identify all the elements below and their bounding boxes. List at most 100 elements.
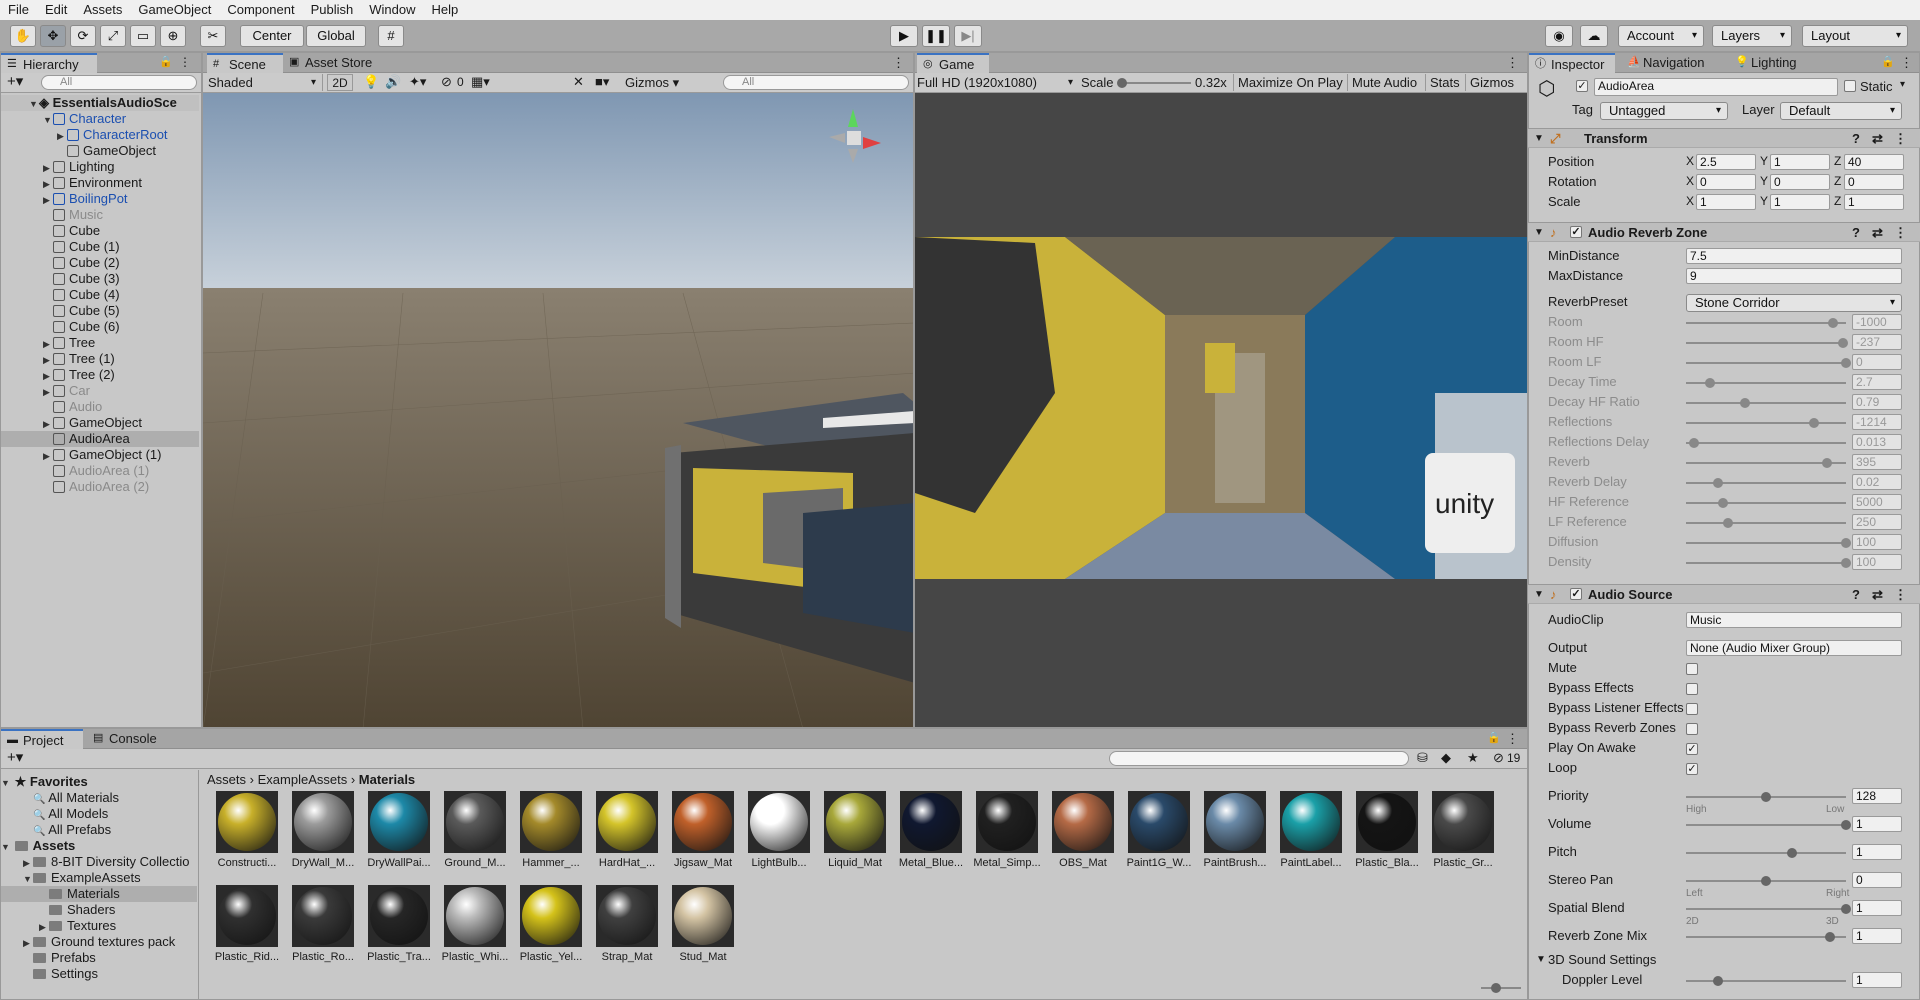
slider-knob[interactable] [1786,848,1797,858]
material-asset[interactable]: Hammer_... [513,791,589,869]
expand-arrow-icon[interactable]: ▼ [1,775,11,791]
value-field[interactable]: 1 [1696,194,1756,210]
slider-knob[interactable] [1713,478,1723,488]
material-asset[interactable]: OBS_Mat [1045,791,1121,869]
material-asset[interactable]: Plastic_Tra... [361,885,437,963]
folder-item[interactable]: Settings [1,966,197,982]
toggle-checkbox[interactable]: ✓ [1686,743,1698,755]
game-gizmos-button[interactable]: Gizmos ▾ [1465,74,1527,107]
slider-knob[interactable] [1841,558,1851,568]
kebab-menu-icon[interactable]: ⋮ [1894,129,1907,148]
scale-slider-knob[interactable] [1117,78,1127,88]
material-asset[interactable]: DryWallPai... [361,791,437,869]
value-field[interactable]: 2.5 [1696,154,1756,170]
pivot-center-button[interactable]: Center [240,25,304,47]
value-field[interactable]: 1 [1852,900,1902,916]
value-field[interactable]: 40 [1844,154,1904,170]
slider-track[interactable] [1686,932,1846,942]
rotate-tool-icon[interactable]: ⟳ [70,25,96,47]
value-field[interactable]: 0 [1696,174,1756,190]
slider-knob[interactable] [1821,458,1832,468]
value-field[interactable]: 9 [1686,268,1902,284]
material-asset[interactable]: Plastic_Ro... [285,885,361,963]
move-tool-icon[interactable]: ✥ [40,25,66,47]
value-field[interactable]: -237 [1852,334,1902,350]
component-enabled-checkbox[interactable]: ✓ [1570,226,1582,238]
material-asset[interactable]: PaintBrush... [1197,791,1273,869]
play-button[interactable]: ▶ [890,25,918,47]
value-field[interactable]: 0.013 [1852,434,1902,450]
help-icon[interactable]: ? [1852,223,1860,242]
hierarchy-item[interactable]: ▶ GameObject [1,415,199,431]
slider-track[interactable] [1686,820,1851,830]
tab-navigation[interactable]: ⛵ Navigation [1621,53,1725,73]
menu-item[interactable]: Assets [75,0,130,20]
gizmos-dropdown[interactable]: Gizmos ▾ [625,74,693,91]
tag-dropdown[interactable]: Untagged [1600,102,1728,120]
help-icon[interactable]: ? [1852,129,1860,148]
folder-item[interactable]: Materials [1,886,197,902]
value-field[interactable]: 0 [1770,174,1830,190]
hierarchy-item[interactable]: AudioArea (1) [1,463,199,479]
toggle-checkbox[interactable] [1686,723,1698,735]
hierarchy-item[interactable]: Cube (2) [1,255,199,271]
value-field[interactable]: 2.7 [1852,374,1902,390]
slider-track[interactable] [1686,792,1846,802]
value-field[interactable]: 0 [1852,872,1902,888]
component-header[interactable]: ▼ ♪ ✓ Audio Reverb Zone? ⇄ ⋮ [1528,222,1920,242]
fold-arrow-icon[interactable]: ▼ [1534,223,1544,242]
slider-knob[interactable] [1809,418,1819,428]
tab-lighting[interactable]: 💡 Lighting [1729,53,1819,73]
kebab-menu-icon[interactable]: ⋮ [892,55,905,71]
slider-knob[interactable] [1761,876,1771,886]
expand-arrow-icon[interactable]: ▶ [43,384,53,400]
value-field[interactable]: 1 [1852,972,1902,988]
tab-scene[interactable]: # Scene [207,53,283,73]
expand-arrow-icon[interactable]: ▶ [43,192,53,208]
kebab-menu-icon[interactable]: ⋮ [1900,55,1913,71]
hidden-objects-icon[interactable]: ⊘ [441,74,452,90]
component-header[interactable]: ▼ ⤢ Transform? ⇄ ⋮ [1528,128,1920,148]
breadcrumb-item-materials[interactable]: Materials [359,772,415,787]
thumbnail-size-knob[interactable] [1491,983,1501,993]
lock-icon[interactable]: 🔒 [1487,731,1501,744]
kebab-menu-icon[interactable]: ⋮ [1894,223,1907,242]
expand-arrow-icon[interactable]: ▼ [23,871,33,887]
lock-icon[interactable]: 🔒 [1881,55,1895,68]
hierarchy-item[interactable]: Cube (6) [1,319,199,335]
material-asset[interactable]: Metal_Blue... [893,791,969,869]
material-asset[interactable]: DryWall_M... [285,791,361,869]
material-asset[interactable]: Plastic_Gr... [1425,791,1501,869]
slider-track[interactable] [1686,876,1846,886]
static-checkbox[interactable] [1844,80,1856,92]
component-header[interactable]: ▼ ♪ ✓ Audio Source? ⇄ ⋮ [1528,584,1920,604]
thumbnail-size-slider[interactable] [1481,983,1521,993]
expand-arrow-icon[interactable]: ▶ [23,855,33,871]
kebab-menu-icon[interactable]: ⋮ [1894,585,1907,604]
expand-arrow-icon[interactable]: ▶ [39,919,49,935]
hierarchy-item[interactable]: ▼ Character [1,111,199,127]
material-asset[interactable]: Ground_M... [437,791,513,869]
expand-arrow-icon[interactable]: ▼ [29,96,39,112]
value-field[interactable]: 0.79 [1852,394,1902,410]
fold-arrow-icon[interactable]: ▼ [1536,954,1546,965]
scale-tool-icon[interactable]: ⤢ [100,25,126,47]
value-field[interactable]: 1 [1852,816,1902,832]
tab-game[interactable]: ◎ Game [917,53,989,73]
value-field[interactable]: 395 [1852,454,1902,470]
lock-icon[interactable]: 🔒 [159,55,173,68]
add-icon[interactable]: +▾ [7,749,23,767]
material-asset[interactable]: Metal_Simp... [969,791,1045,869]
search-by-label-icon[interactable]: ◆ [1441,750,1451,766]
value-field[interactable]: 0 [1844,174,1904,190]
slider-knob[interactable] [1841,904,1851,914]
material-asset[interactable]: Plastic_Yel... [513,885,589,963]
material-asset[interactable]: Paint1G_W... [1121,791,1197,869]
game-viewport[interactable]: unity [915,93,1527,727]
toggle-checkbox[interactable] [1686,663,1698,675]
slider-track[interactable] [1686,518,1846,528]
favorite-item[interactable]: 🔍 All Prefabs [1,822,111,838]
effects-toggle-icon[interactable]: ✦▾ [409,74,426,90]
menu-item[interactable]: Help [423,0,466,20]
menu-item[interactable]: Window [361,0,423,20]
